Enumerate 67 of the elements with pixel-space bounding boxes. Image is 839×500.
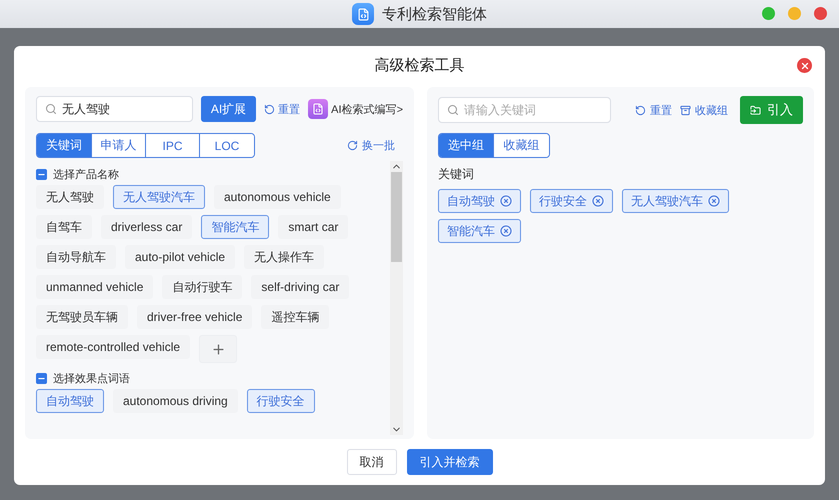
app-icon <box>352 3 374 25</box>
reset-icon <box>264 104 276 114</box>
keyword-chip[interactable]: 遥控车辆 <box>261 305 330 329</box>
keyword-chip[interactable]: auto-pilot vehicle <box>125 245 236 269</box>
group-label: 选择产品名称 <box>53 168 119 182</box>
remove-icon[interactable] <box>592 195 604 207</box>
archive-icon <box>680 104 691 116</box>
keyword-chip[interactable]: 自动导航车 <box>36 245 116 269</box>
search-icon <box>447 104 459 116</box>
folder-icon <box>750 104 761 116</box>
remove-icon[interactable] <box>500 195 512 207</box>
keyword-chip[interactable]: 无人驾驶汽车 <box>113 185 205 209</box>
keyword-chip[interactable]: driverless car <box>101 215 192 239</box>
cancel-button[interactable]: 取消 <box>346 449 396 475</box>
keyword-chip[interactable]: remote-controlled vehicle <box>36 335 190 359</box>
keyword-chip[interactable]: 无人驾驶 <box>36 185 104 209</box>
tab[interactable]: 申请人 <box>92 134 146 157</box>
ai-expand-button[interactable]: AI扩展 <box>200 96 256 122</box>
window-title: 专利检索智能体 <box>382 4 487 24</box>
keyword-chip[interactable]: autonomous driving <box>113 389 238 413</box>
selected-keyword-chip[interactable]: 行驶安全 <box>530 189 613 213</box>
remove-icon[interactable] <box>708 195 720 207</box>
tab[interactable]: LOC <box>200 134 254 157</box>
group-checkbox[interactable] <box>36 169 47 180</box>
keyword-chip[interactable]: 行驶安全 <box>246 389 315 413</box>
keyword-chip[interactable]: 智能汽车 <box>201 215 270 239</box>
remove-icon[interactable] <box>500 225 512 237</box>
close-button[interactable] <box>814 7 827 20</box>
search-field[interactable]: 请输入关键词 <box>438 97 611 123</box>
keyword-chip[interactable]: 自驾车 <box>36 215 92 239</box>
selected-keyword-chip[interactable]: 自动驾驶 <box>438 189 521 213</box>
selected-keyword-chip[interactable]: 智能汽车 <box>438 219 521 243</box>
ai-query-link[interactable]: AI检索式编写> <box>331 102 403 116</box>
reset-link[interactable]: 重置 <box>278 102 300 116</box>
group-checkbox[interactable] <box>36 373 47 384</box>
keyword-chip[interactable]: 无人操作车 <box>244 245 324 269</box>
group-label: 选择效果点词语 <box>53 372 130 386</box>
scrollbar[interactable] <box>390 161 403 435</box>
plus-icon <box>210 342 226 356</box>
refresh-link[interactable]: 换一批 <box>362 138 395 153</box>
keyword-chip[interactable]: autonomous vehicle <box>214 185 341 209</box>
keyword-chip[interactable]: 无驾驶员车辆 <box>36 305 128 329</box>
tab[interactable]: 收藏组 <box>494 134 549 157</box>
refresh-icon <box>347 140 358 151</box>
close-button[interactable] <box>797 58 812 73</box>
reset-link[interactable]: 重置 <box>650 102 672 118</box>
favorites-link[interactable]: 收藏组 <box>695 102 728 118</box>
tab[interactable]: 选中组 <box>439 134 494 157</box>
keyword-chip[interactable]: 自动驾驶 <box>36 389 104 413</box>
dialog-title: 高级检索工具 <box>374 56 464 74</box>
search-icon <box>45 103 57 115</box>
tab[interactable]: IPC <box>146 134 200 157</box>
import-button[interactable]: 引入 <box>740 96 803 124</box>
import-search-button[interactable]: 引入并检索 <box>406 449 492 475</box>
keyword-chip[interactable]: smart car <box>278 215 348 239</box>
selected-keyword-chip[interactable]: 无人驾驶汽车 <box>622 189 729 213</box>
tab[interactable]: 关键词 <box>37 134 92 157</box>
search-field[interactable]: 无人驾驶 <box>36 96 193 122</box>
document-icon <box>308 99 328 119</box>
keyword-chip[interactable]: self-driving car <box>251 275 350 299</box>
reset-icon <box>635 104 646 116</box>
keyword-chip[interactable]: unmanned vehicle <box>36 275 154 299</box>
section-label: 关键词 <box>438 166 475 183</box>
close-icon <box>800 60 810 70</box>
minimize-button[interactable] <box>762 7 775 20</box>
keyword-chip[interactable]: 自动行驶车 <box>162 275 242 299</box>
keyword-chip[interactable]: driver-free vehicle <box>137 305 252 329</box>
